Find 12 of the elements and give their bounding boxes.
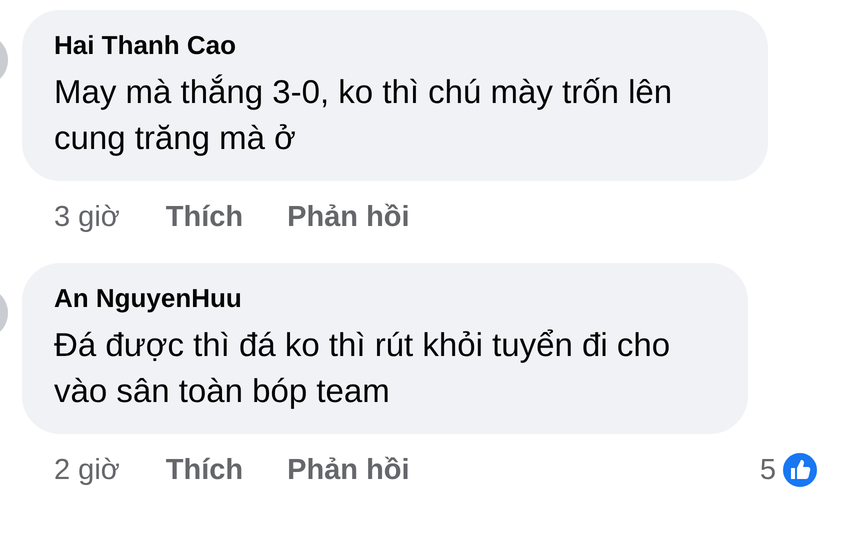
like-link[interactable]: Thích — [166, 454, 244, 486]
reply-link[interactable]: Phản hồi — [287, 454, 410, 486]
like-link[interactable]: Thích — [166, 200, 244, 234]
comment-text: May mà thắng 3-0, ko thì chú mày trốn lên cung trăng mà ở — [54, 72, 674, 158]
reaction-count[interactable]: 5 — [760, 454, 776, 486]
comment-text: Đá được thì đá ko thì rút khỏi tuyển đi cho vào sân toàn bóp team — [54, 325, 672, 411]
author-name[interactable]: An NguyenHuu — [54, 283, 718, 314]
thumbs-up-icon — [780, 450, 820, 490]
timestamp[interactable]: 2 giờ — [54, 454, 120, 486]
author-name[interactable]: Hai Thanh Cao — [54, 30, 738, 61]
reply-link[interactable]: Phản hồi — [287, 200, 410, 234]
timestamp[interactable]: 3 giờ — [54, 200, 120, 234]
